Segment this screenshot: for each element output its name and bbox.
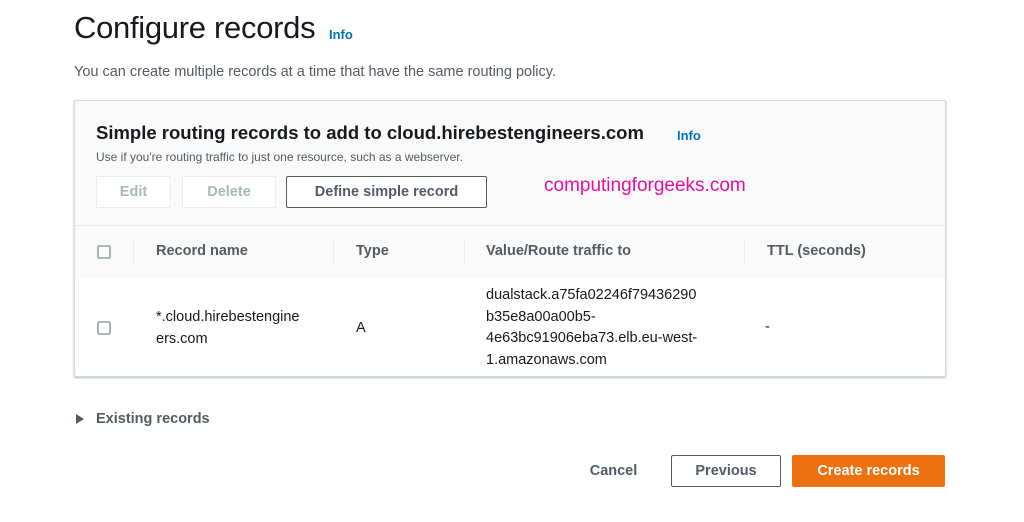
- value-line: 4e63bc91906eba73.elb.eu-west-: [486, 330, 698, 346]
- define-simple-record-button[interactable]: Define simple record: [286, 176, 487, 208]
- record-name-cell: *.cloud.hirebestengine ers.com: [156, 307, 300, 350]
- value-line: dualstack.a75fa02246f79436290: [486, 287, 697, 303]
- column-divider: [133, 239, 134, 265]
- page-description: You can create multiple records at a tim…: [74, 64, 556, 80]
- edit-button[interactable]: Edit: [96, 176, 171, 208]
- value-line: 1.amazonaws.com: [486, 351, 607, 368]
- column-divider: [464, 239, 465, 265]
- create-records-button[interactable]: Create records: [792, 455, 945, 487]
- watermark: computingforgeeks.com: [544, 175, 746, 196]
- title-info-link[interactable]: Info: [329, 27, 353, 42]
- record-name-line: ers.com: [156, 330, 208, 347]
- cancel-button[interactable]: Cancel: [576, 455, 651, 487]
- existing-records-label: Existing records: [96, 411, 210, 427]
- row-checkbox[interactable]: [97, 321, 111, 335]
- previous-button[interactable]: Previous: [671, 455, 781, 487]
- panel-description: Use if you're routing traffic to just on…: [96, 150, 463, 164]
- select-all-checkbox[interactable]: [97, 245, 111, 259]
- records-panel: Simple routing records to add to cloud.h…: [74, 100, 946, 377]
- caret-right-icon: [76, 414, 84, 424]
- column-divider: [333, 239, 334, 265]
- record-name-line: *.cloud.hirebestengine: [156, 309, 300, 325]
- panel-info-link[interactable]: Info: [677, 128, 701, 143]
- delete-button[interactable]: Delete: [182, 176, 276, 208]
- value-cell: dualstack.a75fa02246f79436290 b35e8a00a0…: [486, 285, 697, 371]
- table-header: Record name Type Value/Route traffic to …: [75, 225, 945, 280]
- existing-records-toggle[interactable]: Existing records: [76, 411, 210, 427]
- type-cell: A: [356, 320, 366, 336]
- column-header-value[interactable]: Value/Route traffic to: [486, 243, 631, 259]
- panel-title: Simple routing records to add to cloud.h…: [96, 122, 644, 143]
- column-header-ttl[interactable]: TTL (seconds): [767, 243, 866, 259]
- ttl-cell: -: [765, 319, 770, 335]
- column-header-type[interactable]: Type: [356, 243, 389, 259]
- page-title: Configure records: [74, 10, 316, 45]
- column-divider: [744, 239, 745, 265]
- value-line: b35e8a00a00b5-: [486, 308, 596, 325]
- table-row[interactable]: *.cloud.hirebestengine ers.com A dualsta…: [75, 279, 945, 376]
- column-header-record-name[interactable]: Record name: [156, 243, 248, 259]
